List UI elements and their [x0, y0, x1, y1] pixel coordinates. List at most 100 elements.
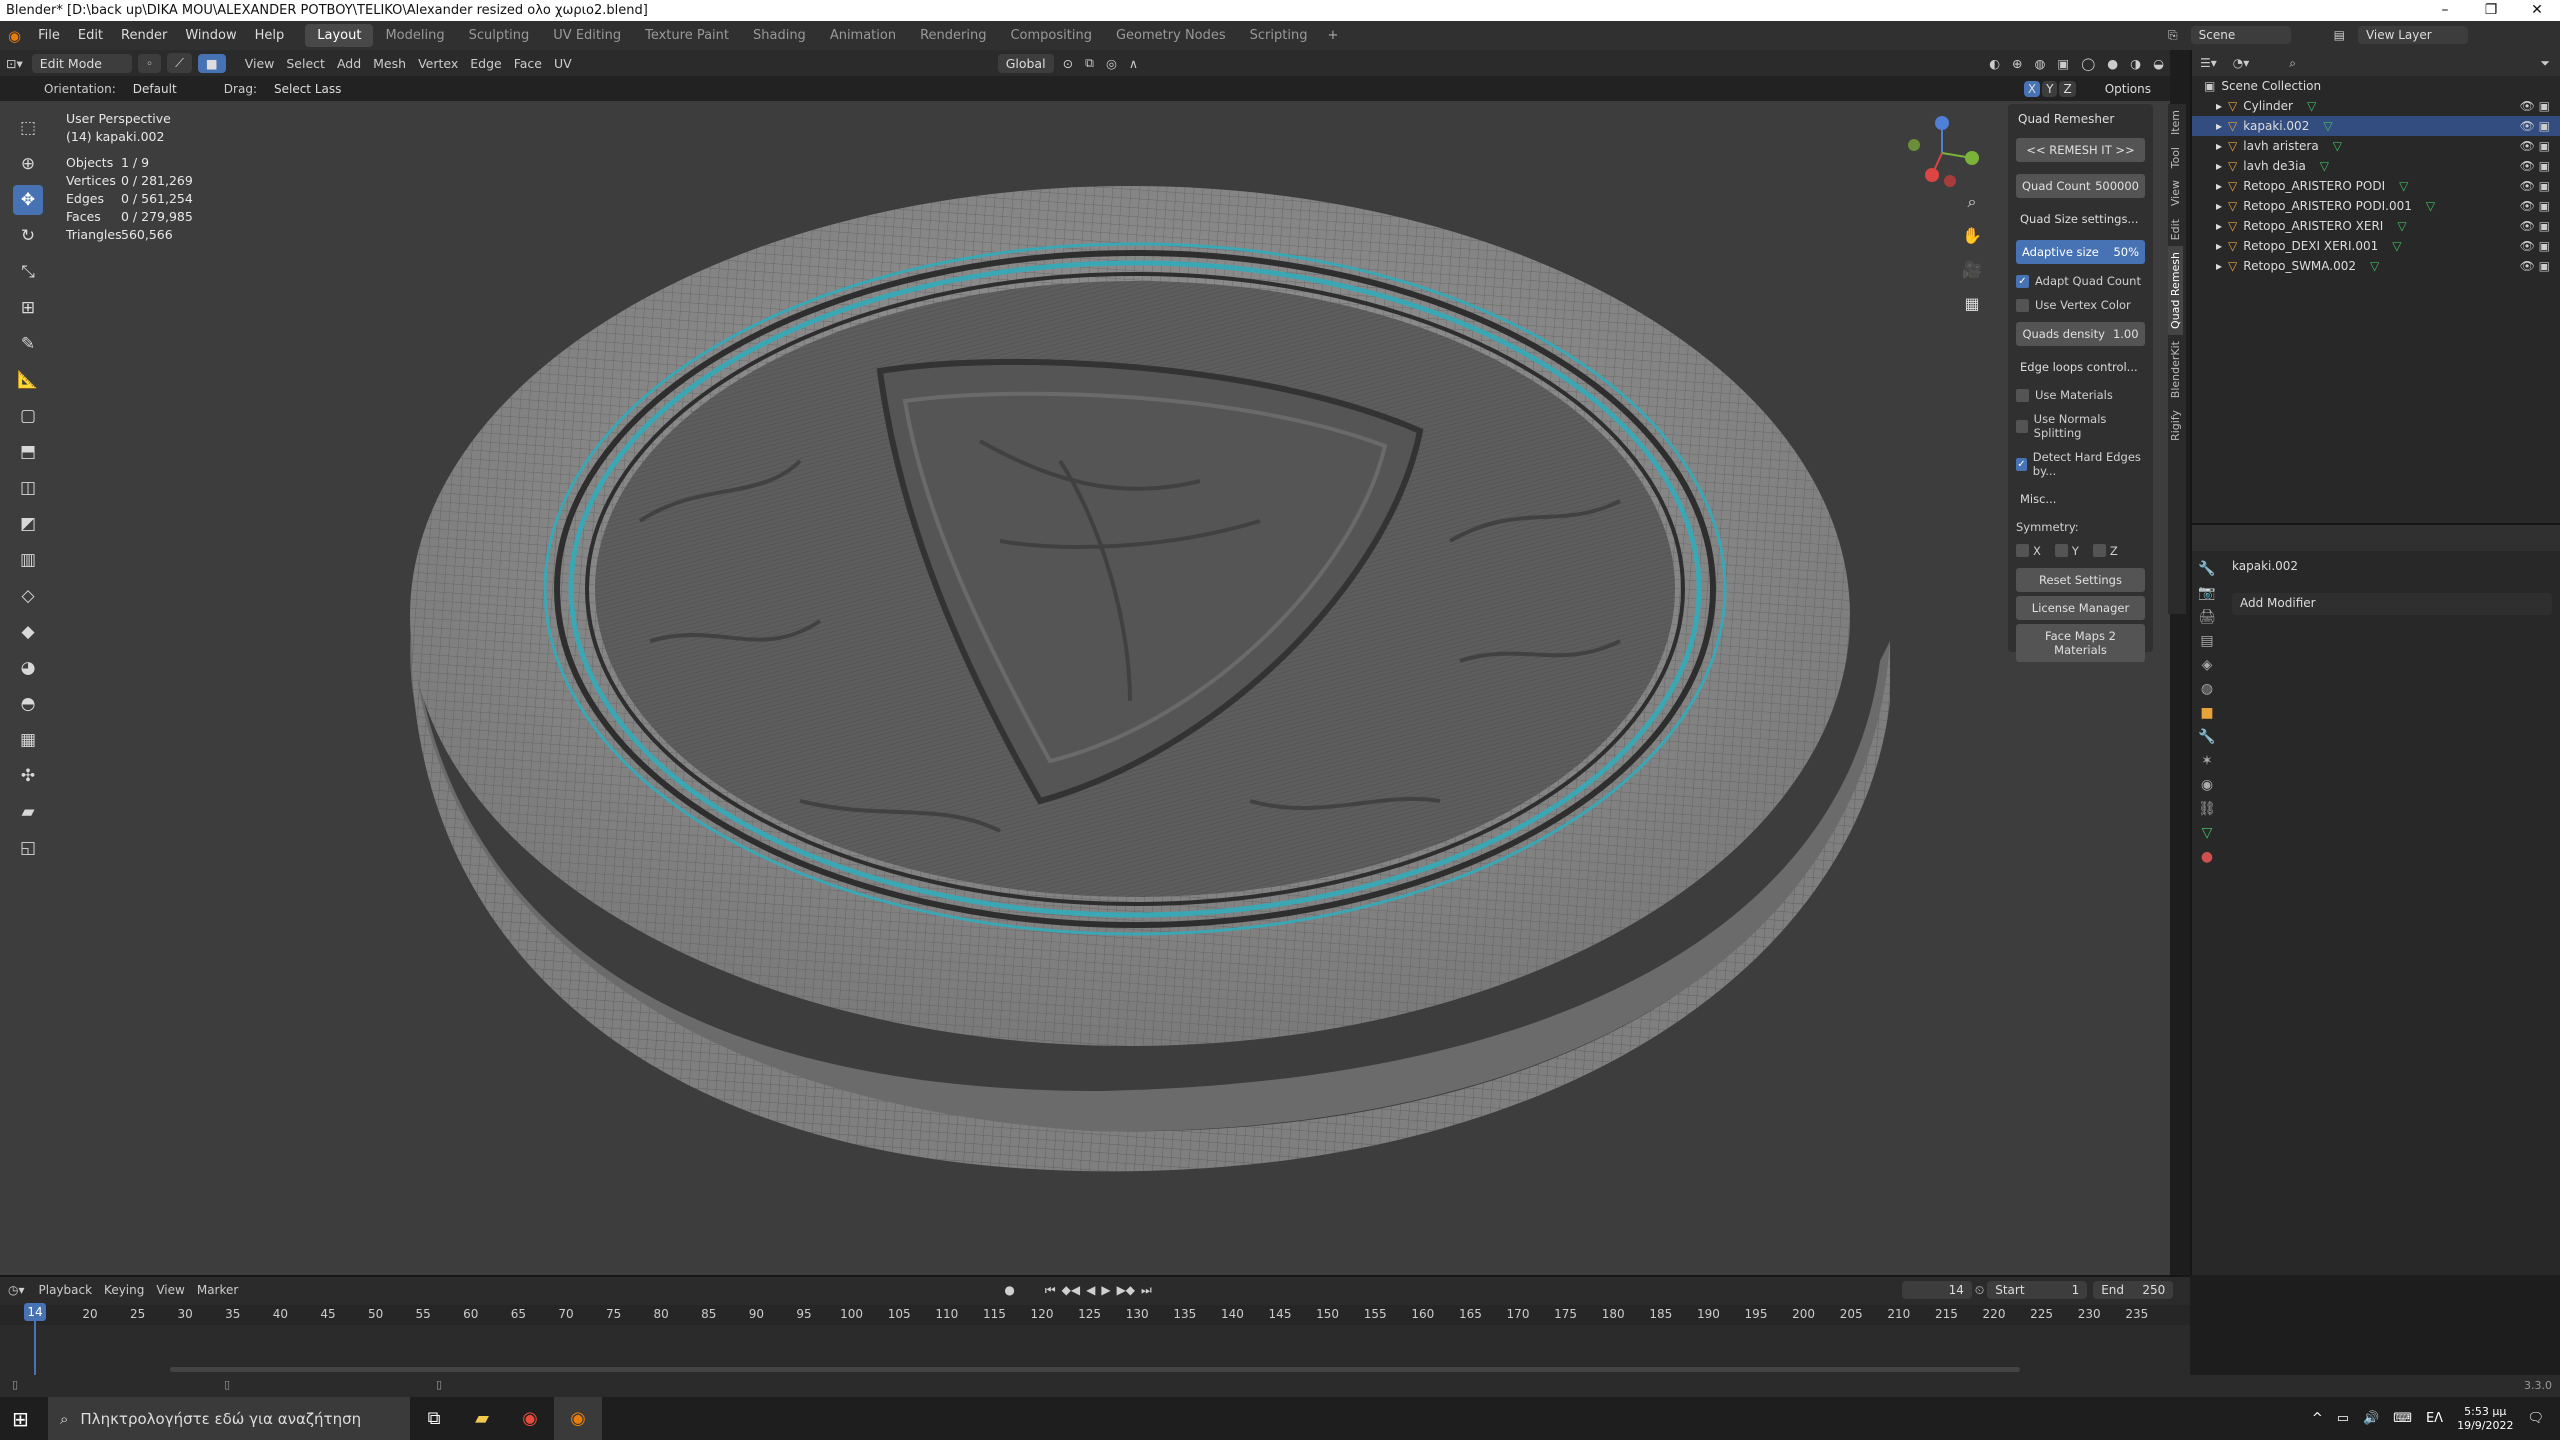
edge-slide-tool-icon[interactable]: ▦	[13, 725, 43, 755]
adaptive-size-slider[interactable]: Adaptive size 50%	[2016, 240, 2145, 264]
prev-keyframe-icon[interactable]: ◆◀	[1062, 1283, 1080, 1297]
timeline-editor-icon[interactable]: ◷▾	[0, 1283, 33, 1297]
tab-animation[interactable]: Animation	[818, 24, 908, 47]
view-layer-selector[interactable]: View Layer	[2357, 26, 2468, 44]
gizmo-toggle-icon[interactable]: ⊕	[2012, 56, 2022, 71]
shading-rendered-icon[interactable]: ◒	[2153, 56, 2164, 71]
snap-icon[interactable]: ⧉	[1085, 55, 1094, 71]
add-workspace-icon[interactable]: +	[1319, 28, 1346, 43]
end-frame-field[interactable]: End 250	[2093, 1281, 2174, 1299]
xray-icon[interactable]: ▣	[2057, 56, 2069, 71]
transform-orientation[interactable]: Global	[997, 53, 1054, 73]
data-props-icon[interactable]: ▽	[2202, 825, 2213, 841]
inset-tool-icon[interactable]: ◫	[13, 473, 43, 503]
use-normals-splitting-checkbox[interactable]	[2016, 419, 2028, 433]
close-icon[interactable]: ✕	[2514, 0, 2560, 21]
knife-tool-icon[interactable]: ◇	[13, 581, 43, 611]
outliner-item[interactable]: ▸ ▽ kapaki.002 ▽ 👁 ▣	[2192, 116, 2560, 136]
frame-ruler[interactable]: 20 25 30 35 40 45 50 55 60 65 70 75 80 85 90 95 100 105 11…	[0, 1305, 2190, 1325]
timeline-menu-playback[interactable]: Playback	[39, 1283, 93, 1297]
outliner-item[interactable]: ▸ ▽ Retopo_DEXI XERI.001 ▽ 👁 ▣	[2192, 236, 2560, 256]
mirror-axis-z[interactable]: Z	[2059, 80, 2076, 97]
shrink-tool-icon[interactable]: ✣	[13, 761, 43, 791]
output-props-icon[interactable]: 🖨	[2198, 609, 2216, 625]
camera-view-icon[interactable]: 🎥	[1960, 260, 1984, 284]
notification-icon[interactable]: 🗨	[2527, 1411, 2544, 1426]
eye-icon[interactable]: 👁 ▣	[2520, 179, 2550, 193]
sidebar-tab-view[interactable]: View	[2168, 174, 2183, 212]
poly-build-tool-icon[interactable]: ◆	[13, 617, 43, 647]
tab-rendering[interactable]: Rendering	[908, 24, 998, 47]
constraints-props-icon[interactable]: ⛓	[2198, 801, 2216, 817]
transform-tool-icon[interactable]: ⊞	[13, 293, 43, 323]
symmetry-z-checkbox[interactable]	[2092, 544, 2106, 557]
zoom-icon[interactable]: ⌕	[1960, 192, 1984, 216]
eye-icon[interactable]: 👁 ▣	[2520, 159, 2550, 173]
play-icon[interactable]: ▶	[1101, 1283, 1110, 1297]
eye-icon[interactable]: 👁 ▣	[2520, 139, 2550, 153]
scene-icon[interactable]: ⎘	[2168, 28, 2178, 43]
editor-type-icon[interactable]: ⊡▾	[6, 56, 23, 71]
move-tool-icon[interactable]: ✥	[13, 185, 43, 215]
visibility-icon[interactable]: ◐	[1989, 56, 2000, 71]
eye-icon[interactable]: 👁 ▣	[2520, 239, 2550, 253]
select-mode-face[interactable]: ■	[197, 53, 226, 73]
blender-logo-icon[interactable]: ◉	[0, 27, 29, 45]
taskbar-search[interactable]: ⌕ Πληκτρολογήστε εδώ για αναζήτηση	[48, 1397, 410, 1440]
shading-material-icon[interactable]: ◑	[2130, 56, 2141, 71]
expand-arrow-icon[interactable]: ▸	[2216, 239, 2222, 253]
tray-chevron-icon[interactable]: ^	[2312, 1411, 2323, 1426]
expand-arrow-icon[interactable]: ▸	[2216, 259, 2222, 273]
edge-loops-control[interactable]: Edge loops control...	[2016, 356, 2145, 378]
drag-dropdown[interactable]: Select Lass	[266, 80, 349, 98]
mirror-axis-x[interactable]: X	[2023, 80, 2041, 97]
particles-props-icon[interactable]: ✶	[2201, 753, 2213, 769]
language-indicator[interactable]: ΕΛ	[2426, 1411, 2443, 1426]
falloff-icon[interactable]: ∧	[1129, 56, 1138, 71]
outliner-item[interactable]: ▸ ▽ Retopo_SWMA.002 ▽ 👁 ▣	[2192, 256, 2560, 276]
eye-icon[interactable]: 👁 ▣	[2520, 259, 2550, 273]
blender-taskbar-icon[interactable]: ◉	[554, 1397, 602, 1440]
viewport-menu-face[interactable]: Face	[514, 56, 542, 71]
use-vertex-color-checkbox[interactable]	[2016, 298, 2029, 312]
expand-arrow-icon[interactable]: ▸	[2216, 139, 2222, 153]
measure-tool-icon[interactable]: 📐	[13, 365, 43, 395]
select-mode-edge[interactable]: ⟋	[167, 53, 192, 73]
face-maps-button[interactable]: Face Maps 2 Materials	[2016, 624, 2145, 662]
spin-tool-icon[interactable]: ◕	[13, 653, 43, 683]
outliner-item[interactable]: ▸ ▽ Retopo_ARISTERO PODI.001 ▽ 👁 ▣	[2192, 196, 2560, 216]
pivot-icon[interactable]: ⊙	[1063, 56, 1073, 71]
add-cube-tool-icon[interactable]: ▢	[13, 401, 43, 431]
menu-render[interactable]: Render	[112, 28, 176, 43]
shading-solid-icon[interactable]: ●	[2107, 56, 2118, 71]
outliner-item[interactable]: ▸ ▽ Cylinder ▽ 👁 ▣	[2192, 96, 2560, 116]
viewport-menu-view[interactable]: View	[245, 56, 275, 71]
expand-arrow-icon[interactable]: ▸	[2216, 219, 2222, 233]
view-layer-props-icon[interactable]: ▤	[2200, 633, 2213, 649]
pan-hand-icon[interactable]: ✋	[1960, 226, 1984, 250]
tab-compositing[interactable]: Compositing	[998, 24, 1104, 47]
eye-icon[interactable]: 👁 ▣	[2520, 219, 2550, 233]
menu-help[interactable]: Help	[246, 28, 294, 43]
expand-arrow-icon[interactable]: ▸	[2216, 199, 2222, 213]
eye-icon[interactable]: 👁 ▣	[2520, 119, 2550, 133]
misc-section[interactable]: Misc...	[2016, 488, 2145, 510]
physics-props-icon[interactable]: ◉	[2201, 777, 2213, 793]
restore-icon[interactable]: ❐	[2468, 0, 2514, 21]
outliner-display-mode-icon[interactable]: ◔▾	[2233, 56, 2250, 70]
current-frame-field[interactable]: 14	[1901, 1281, 1972, 1299]
jump-end-icon[interactable]: ⏭	[1141, 1283, 1152, 1298]
playhead[interactable]: 14	[24, 1303, 46, 1321]
scene-selector[interactable]: Scene	[2190, 26, 2291, 44]
next-keyframe-icon[interactable]: ▶◆	[1117, 1283, 1135, 1297]
viewport-menu-mesh[interactable]: Mesh	[373, 56, 406, 71]
tab-shading[interactable]: Shading	[741, 24, 818, 47]
auto-keying-icon[interactable]: ●	[1004, 1283, 1014, 1297]
timeline-menu-view[interactable]: View	[156, 1283, 184, 1297]
shear-tool-icon[interactable]: ▰	[13, 797, 43, 827]
task-view-icon[interactable]: ⧉	[410, 1397, 458, 1440]
mode-selector[interactable]: Edit Mode	[31, 53, 132, 73]
start-frame-field[interactable]: Start 1	[1987, 1281, 2088, 1299]
overlay-toggle-icon[interactable]: ◍	[2035, 56, 2046, 71]
eye-icon[interactable]: 👁 ▣	[2520, 199, 2550, 213]
